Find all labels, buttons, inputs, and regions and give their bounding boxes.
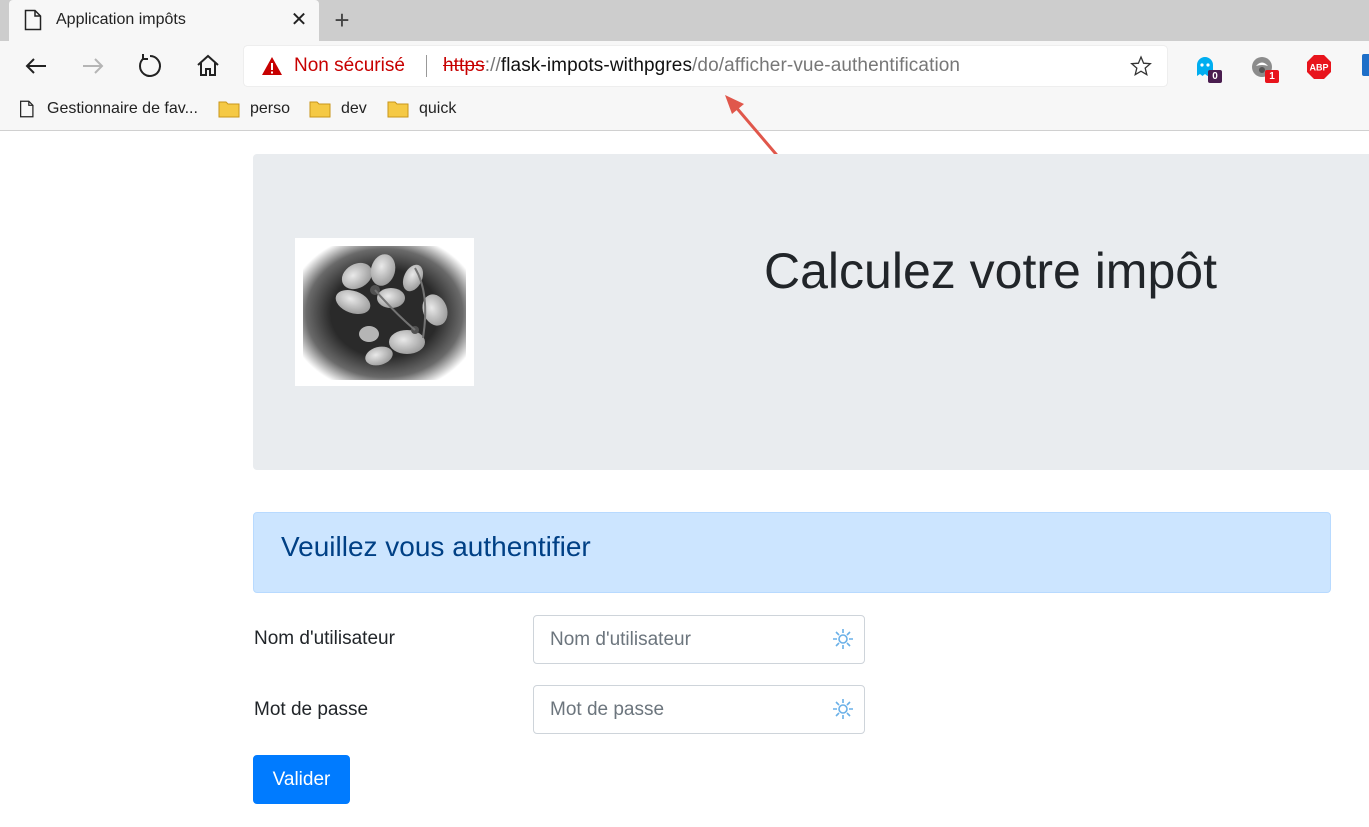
page-title: Calculez votre impôt — [764, 243, 1217, 299]
submit-button[interactable]: Valider — [253, 755, 350, 804]
browser-toolbar: Non sécurisé https://flask-impots-withpg… — [0, 41, 1369, 91]
bookmark-label: Gestionnaire de fav... — [47, 100, 198, 117]
ghostery-badge: 0 — [1208, 70, 1222, 83]
adblock-plus-label: ABP — [1309, 63, 1328, 73]
folder-icon — [218, 101, 240, 118]
privacy-badger-badge: 1 — [1265, 70, 1279, 83]
bookmark-label: perso — [250, 100, 291, 117]
bookmark-folder-perso[interactable]: perso — [218, 91, 290, 127]
url-scheme: https — [443, 55, 485, 76]
folder-icon — [387, 101, 409, 118]
page-icon — [24, 9, 42, 31]
adblock-plus-icon: ABP — [1307, 55, 1331, 79]
browser-tab[interactable]: Application impôts ✕ — [9, 0, 319, 41]
bookmark-label: dev — [341, 100, 367, 117]
url-host: flask-impots-withpgres — [500, 55, 693, 76]
folder-icon — [309, 101, 331, 118]
password-input[interactable] — [533, 685, 865, 734]
alert-title: Veuillez vous authentifier — [281, 531, 591, 562]
extension-icon — [1362, 54, 1369, 76]
url-text[interactable]: https://flask-impots-withpgres/do/affich… — [443, 55, 960, 77]
address-bar[interactable]: Non sécurisé https://flask-impots-withpg… — [244, 46, 1167, 86]
auth-alert: Veuillez vous authentifier — [253, 512, 1331, 593]
adblock-plus-extension[interactable]: ABP — [1306, 54, 1332, 80]
forward-button[interactable] — [78, 51, 108, 81]
arrow-left-icon — [25, 58, 46, 74]
autofill-icon[interactable] — [832, 628, 854, 650]
plus-icon[interactable]: + — [329, 7, 355, 33]
overflow-extension[interactable] — [1362, 54, 1369, 80]
bookmark-label: quick — [419, 100, 457, 117]
page-icon — [20, 100, 34, 118]
password-label: Mot de passe — [254, 699, 369, 720]
home-button[interactable] — [193, 51, 223, 81]
privacy-badger-extension[interactable]: 1 — [1249, 54, 1279, 83]
ghostery-extension[interactable]: 0 — [1192, 54, 1222, 83]
refresh-button[interactable] — [135, 51, 165, 81]
security-status[interactable]: Non sécurisé — [294, 55, 405, 77]
header-jumbotron: Calculez votre impôt — [253, 154, 1369, 470]
url-scheme-separator: :// — [484, 55, 501, 76]
home-icon — [197, 54, 219, 76]
autofill-icon[interactable] — [832, 698, 854, 720]
close-tab-icon[interactable]: ✕ — [288, 8, 310, 32]
username-label: Nom d'utilisateur — [254, 628, 395, 649]
star-icon[interactable] — [1130, 55, 1152, 77]
username-input[interactable] — [533, 615, 865, 664]
bookmark-folder-quick[interactable]: quick — [387, 91, 456, 127]
bookmark-folder-dev[interactable]: dev — [309, 91, 367, 127]
warning-icon — [262, 57, 282, 75]
back-button[interactable] — [21, 51, 51, 81]
divider — [426, 55, 427, 77]
bookmarks-bar: Gestionnaire de fav... perso dev quick — [0, 91, 1369, 131]
tab-title: Application impôts — [56, 11, 186, 28]
url-path: /do/afficher-vue-authentification — [692, 55, 961, 76]
flower-image — [295, 238, 474, 386]
bookmark-favorites-manager[interactable]: Gestionnaire de fav... — [19, 91, 198, 127]
tab-strip: Application impôts ✕ + — [0, 0, 1369, 41]
refresh-icon — [139, 54, 161, 77]
arrow-right-icon — [83, 58, 104, 74]
